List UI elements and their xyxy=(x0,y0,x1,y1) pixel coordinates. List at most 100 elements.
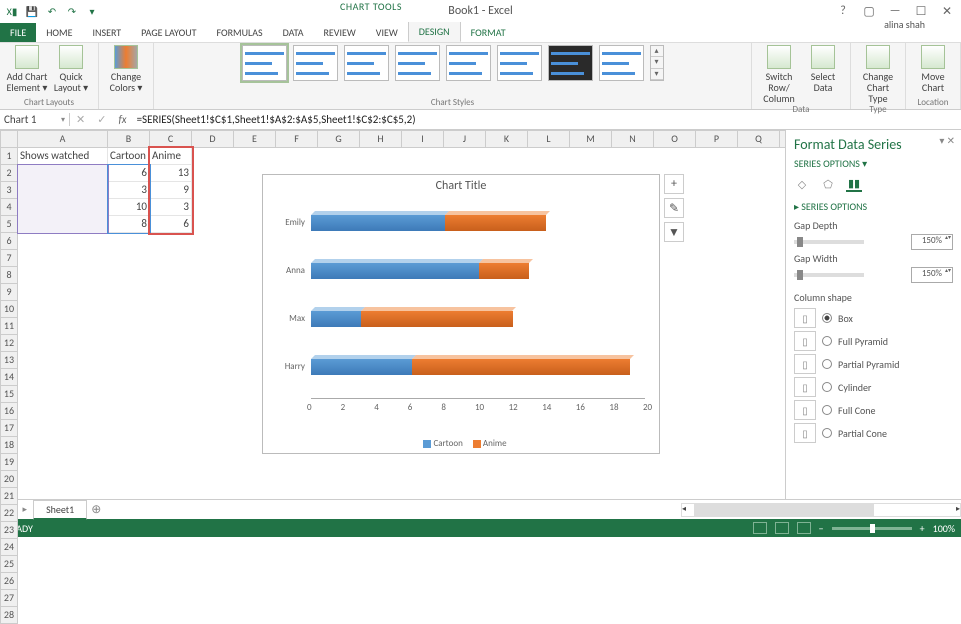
help-button[interactable]: ? xyxy=(835,4,851,19)
chart-plot-area[interactable]: EmilyAnnaMaxHarry02468101214161820 xyxy=(311,201,645,413)
chart-filters-button[interactable]: ▼ xyxy=(664,222,684,242)
row-header[interactable]: 6 xyxy=(0,233,18,250)
tab-home[interactable]: HOME xyxy=(36,23,82,42)
cell[interactable]: Cartoon xyxy=(108,148,150,165)
row-header[interactable]: 4 xyxy=(0,199,18,216)
chart-style-thumb[interactable] xyxy=(599,45,644,81)
row-header[interactable]: 15 xyxy=(0,386,18,403)
cell[interactable]: 9 xyxy=(150,182,192,199)
bar-segment-anime[interactable] xyxy=(445,215,546,231)
chart-style-thumb[interactable] xyxy=(497,45,542,81)
row-header[interactable]: 2 xyxy=(0,165,18,182)
row-header[interactable]: 25 xyxy=(0,556,18,573)
chart-title[interactable]: Chart Title xyxy=(263,175,659,193)
ribbon-options-button[interactable]: ▢ xyxy=(861,4,877,19)
row-header[interactable]: 19 xyxy=(0,454,18,471)
column-shape-option[interactable]: ▯Box xyxy=(794,308,953,328)
tab-insert[interactable]: INSERT xyxy=(83,23,132,42)
row-header[interactable]: 10 xyxy=(0,301,18,318)
cell[interactable]: Shows watched xyxy=(18,148,108,165)
series-options-section[interactable]: ▸ SERIES OPTIONS xyxy=(794,200,953,213)
quick-layout-button[interactable]: Quick Layout ▾ xyxy=(50,45,92,93)
fill-icon[interactable]: ◇ xyxy=(794,176,810,192)
row-header[interactable]: 28 xyxy=(0,607,18,624)
maximize-button[interactable]: ☐ xyxy=(913,4,929,19)
radio-icon[interactable] xyxy=(822,313,832,323)
chart-style-thumb[interactable] xyxy=(293,45,338,81)
chart-styles-button[interactable]: ✎ xyxy=(664,198,684,218)
bar-segment-cartoon[interactable] xyxy=(311,215,445,231)
bar-segment-cartoon[interactable] xyxy=(311,359,412,375)
column-header[interactable]: P xyxy=(696,130,738,148)
effects-icon[interactable]: ⬠ xyxy=(820,176,836,192)
chart-style-thumb[interactable] xyxy=(344,45,389,81)
formula-input[interactable]: =SERIES(Sheet1!$C$1,Sheet1!$A$2:$A$5,She… xyxy=(133,113,961,126)
bar-segment-anime[interactable] xyxy=(412,359,630,375)
cell[interactable]: 3 xyxy=(150,199,192,216)
enter-icon[interactable]: ✓ xyxy=(91,113,112,126)
row-header[interactable]: 18 xyxy=(0,437,18,454)
gap-depth-value[interactable]: 150% xyxy=(911,234,953,250)
gap-width-slider[interactable] xyxy=(794,273,864,277)
row-header[interactable]: 23 xyxy=(0,522,18,539)
gallery-scroll[interactable]: ▴▾▾ xyxy=(650,45,664,81)
minimize-button[interactable]: — xyxy=(887,4,903,19)
tab-view[interactable]: VIEW xyxy=(366,23,408,42)
column-header[interactable]: G xyxy=(318,130,360,148)
select-data-button[interactable]: Select Data xyxy=(802,45,844,104)
name-box[interactable]: Chart 1▾ xyxy=(0,113,70,126)
row-header[interactable]: 26 xyxy=(0,573,18,590)
chart-style-thumb[interactable] xyxy=(395,45,440,81)
pane-dropdown-icon[interactable]: ▾ ✕ xyxy=(939,134,955,147)
tab-file[interactable]: FILE xyxy=(0,23,36,42)
cell[interactable]: 3 xyxy=(108,182,150,199)
save-icon[interactable]: 💾 xyxy=(24,3,40,19)
cell[interactable]: Harry xyxy=(18,165,108,182)
row-header[interactable]: 11 xyxy=(0,318,18,335)
tab-format[interactable]: FORMAT xyxy=(461,23,516,42)
cell[interactable]: 13 xyxy=(150,165,192,182)
column-headers[interactable]: ABCDEFGHIJKLMNOPQR xyxy=(18,130,822,148)
tab-data[interactable]: DATA xyxy=(273,23,314,42)
bar-segment-anime[interactable] xyxy=(361,311,512,327)
row-header[interactable]: 9 xyxy=(0,284,18,301)
column-header[interactable]: N xyxy=(612,130,654,148)
column-shape-option[interactable]: ▯Cylinder xyxy=(794,377,953,397)
redo-icon[interactable]: ↷ xyxy=(64,3,80,19)
column-shape-option[interactable]: ▯Partial Cone xyxy=(794,423,953,443)
column-header[interactable]: E xyxy=(234,130,276,148)
column-header[interactable]: H xyxy=(360,130,402,148)
cell[interactable]: Anna xyxy=(18,199,108,216)
cell[interactable]: 8 xyxy=(108,216,150,233)
row-header[interactable]: 20 xyxy=(0,471,18,488)
chart-style-thumb[interactable] xyxy=(242,45,287,81)
tab-design[interactable]: DESIGN xyxy=(408,21,461,42)
bar-segment-cartoon[interactable] xyxy=(311,263,479,279)
cell[interactable]: 6 xyxy=(150,216,192,233)
move-chart-button[interactable]: Move Chart xyxy=(912,45,954,93)
tab-formulas[interactable]: FORMULAS xyxy=(206,23,272,42)
change-chart-type-button[interactable]: Change Chart Type xyxy=(857,45,899,104)
row-header[interactable]: 1 xyxy=(0,148,18,165)
gap-width-value[interactable]: 150% xyxy=(911,267,953,283)
row-header[interactable]: 24 xyxy=(0,539,18,556)
chart-style-thumb[interactable] xyxy=(548,45,593,81)
tab-review[interactable]: REVIEW xyxy=(313,23,365,42)
series-options-icon[interactable]: ▮▮ xyxy=(846,176,862,192)
change-colors-button[interactable]: Change Colors ▾ xyxy=(105,45,147,93)
chart-elements-button[interactable]: + xyxy=(664,174,684,194)
column-header[interactable]: J xyxy=(444,130,486,148)
radio-icon[interactable] xyxy=(822,405,832,415)
bar-segment-anime[interactable] xyxy=(479,263,529,279)
row-header[interactable]: 14 xyxy=(0,369,18,386)
chart-legend[interactable]: Cartoon Anime xyxy=(263,438,659,449)
row-header[interactable]: 5 xyxy=(0,216,18,233)
column-header[interactable]: K xyxy=(486,130,528,148)
radio-icon[interactable] xyxy=(822,428,832,438)
column-shape-option[interactable]: ▯Partial Pyramid xyxy=(794,354,953,374)
row-header[interactable]: 8 xyxy=(0,267,18,284)
radio-icon[interactable] xyxy=(822,336,832,346)
row-header[interactable]: 27 xyxy=(0,590,18,607)
radio-icon[interactable] xyxy=(822,359,832,369)
qat-customize-icon[interactable]: ▾ xyxy=(84,3,100,19)
